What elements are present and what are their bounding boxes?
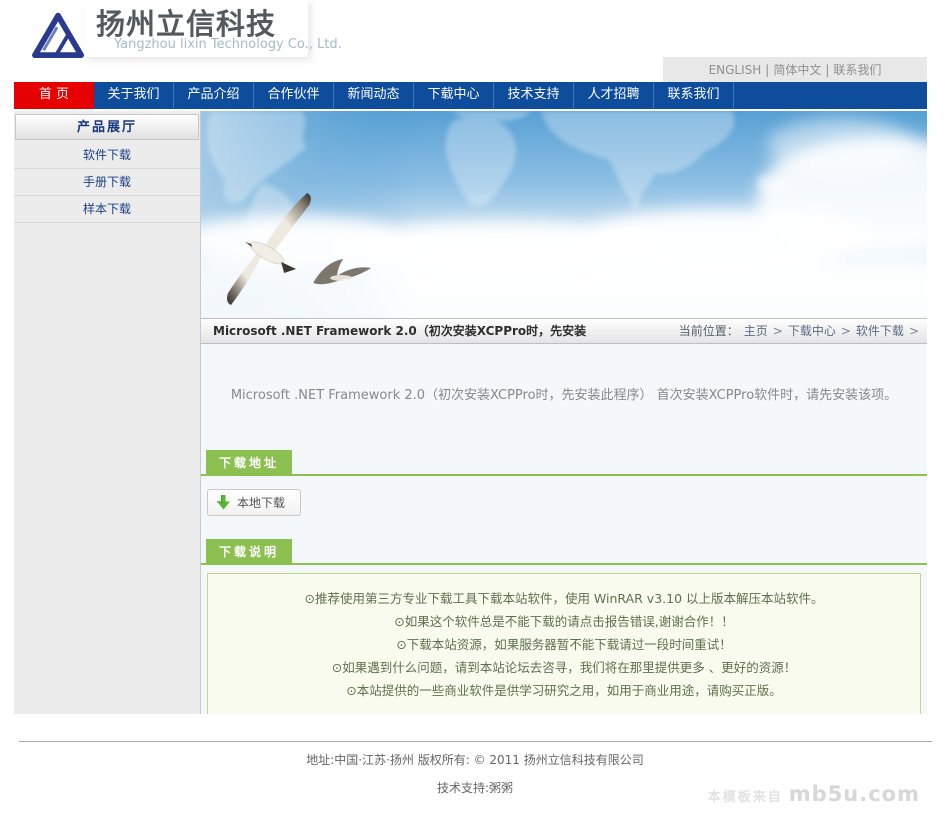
footer-divider [19, 741, 932, 742]
lang-separator: | [825, 63, 829, 77]
breadcrumb-software-download[interactable]: 软件下载 [856, 322, 904, 339]
note-line: ⊙推荐使用第三方专业下载工具下载本站软件，使用 WinRAR v3.10 以上版… [216, 587, 912, 610]
article-description: Microsoft .NET Framework 2.0（初次安装XCPPro时… [201, 344, 927, 450]
company-name-en: Yangzhou lixin Technology Co., Ltd. [114, 37, 342, 52]
sidebar-item-sample-download[interactable]: 样本下载 [14, 196, 200, 223]
nav-tab-products[interactable]: 产品介绍 [174, 82, 254, 109]
breadcrumb-home[interactable]: 主页 [744, 322, 768, 339]
note-line: ⊙本站提供的一些商业软件是供学习研究之用，如用于商业用途，请购买正版。 [216, 679, 912, 702]
header: 扬州立信科技 Yangzhou lixin Technology Co., Lt… [14, 0, 927, 82]
footer-copyright: 地址:中国·江苏·扬州 版权所有: © 2011 扬州立信科技有限公司 [0, 751, 950, 768]
nav-filler [734, 82, 927, 109]
breadcrumb-download-center[interactable]: 下载中心 [788, 322, 836, 339]
sidebar: 产品展厅 软件下载 手册下载 样本下载 [14, 111, 201, 716]
lang-separator: | [765, 63, 769, 77]
download-notes-section-title: 下载说明 [206, 539, 292, 563]
logo[interactable]: 扬州立信科技 Yangzhou lixin Technology Co., Lt… [30, 7, 342, 59]
company-logo-icon [30, 7, 88, 59]
nav-tab-jobs[interactable]: 人才招聘 [574, 82, 654, 109]
article-title: Microsoft .NET Framework 2.0（初次安装XCPPro时… [201, 322, 586, 339]
download-row: 本地下载 [201, 476, 927, 519]
page-container: 扬州立信科技 Yangzhou lixin Technology Co., Lt… [14, 0, 927, 716]
nav-tab-partners[interactable]: 合作伙伴 [254, 82, 334, 109]
note-line: ⊙如果这个软件总是不能下载的请点击报告错误,谢谢合作！！ [216, 610, 912, 633]
download-notes-box: ⊙推荐使用第三方专业下载工具下载本站软件，使用 WinRAR v3.10 以上版… [207, 573, 921, 716]
nav-tab-download[interactable]: 下载中心 [414, 82, 494, 109]
company-name: 扬州立信科技 [96, 9, 342, 39]
watermark-prefix: 本模板来自 [708, 786, 783, 805]
breadcrumb-separator: > [909, 324, 919, 338]
footer: 地址:中国·江苏·扬州 版权所有: © 2011 扬州立信科技有限公司 技术支持… [0, 714, 950, 819]
sidebar-title: 产品展厅 [15, 114, 199, 140]
contact-us-link[interactable]: 联系我们 [833, 61, 881, 78]
sidebar-item-manual-download[interactable]: 手册下载 [14, 169, 200, 196]
main-nav: 首 页 关于我们 产品介绍 合作伙伴 新闻动态 下载中心 技术支持 人才招聘 联… [14, 82, 927, 109]
logo-text: 扬州立信科技 Yangzhou lixin Technology Co., Lt… [96, 7, 342, 52]
nav-tab-support[interactable]: 技术支持 [494, 82, 574, 109]
note-line: ⊙如果遇到什么问题，请到本站论坛去咨寻，我们将在那里提供更多 、更好的资源！ [216, 656, 912, 679]
main-column: Microsoft .NET Framework 2.0（初次安装XCPPro时… [201, 111, 927, 716]
banner-image [201, 111, 927, 318]
template-watermark: 本模板来自 mb5u.com [708, 782, 920, 806]
breadcrumb-label: 当前位置： [679, 322, 739, 339]
nav-tab-news[interactable]: 新闻动态 [334, 82, 414, 109]
local-download-button[interactable]: 本地下载 [207, 489, 301, 516]
article-titlebar: Microsoft .NET Framework 2.0（初次安装XCPPro时… [201, 318, 927, 344]
lang-simplified-chinese-link[interactable]: 简体中文 [773, 61, 821, 78]
download-notes-section-header: 下载说明 [201, 539, 927, 565]
sidebar-item-software-download[interactable]: 软件下载 [14, 142, 200, 169]
local-download-label: 本地下载 [237, 494, 285, 511]
download-address-section-header: 下载地址 [201, 450, 927, 476]
download-arrow-icon [217, 495, 230, 510]
breadcrumb-separator: > [841, 324, 851, 338]
content: 产品展厅 软件下载 手册下载 样本下载 [14, 111, 927, 716]
note-line: ⊙下载本站资源，如果服务器暂不能下载请过一段时间重试！ [216, 633, 912, 656]
nav-tab-about[interactable]: 关于我们 [94, 82, 174, 109]
nav-tab-contact[interactable]: 联系我们 [654, 82, 734, 109]
download-address-section-title: 下载地址 [206, 450, 292, 474]
banner-sky-graphic [201, 111, 927, 318]
nav-tab-home[interactable]: 首 页 [14, 82, 94, 109]
breadcrumb: 当前位置： 主页 > 下载中心 > 软件下载 > [679, 322, 927, 339]
watermark-brand: mb5u.com [789, 782, 920, 806]
language-bar: ENGLISH | 简体中文 | 联系我们 [663, 57, 927, 82]
lang-english-link[interactable]: ENGLISH [709, 63, 762, 77]
breadcrumb-separator: > [773, 324, 783, 338]
